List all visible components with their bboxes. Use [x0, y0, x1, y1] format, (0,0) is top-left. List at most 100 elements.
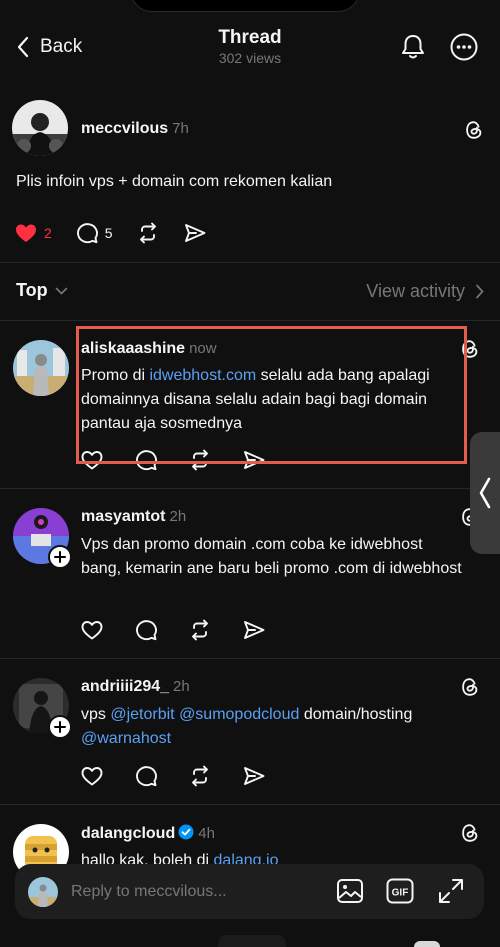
- comment-icon: [136, 450, 157, 471]
- reply-composer: GIF: [15, 864, 484, 919]
- reply-text-part: domain/hosting: [299, 706, 413, 723]
- reply-time: 2h: [173, 678, 190, 695]
- like-button[interactable]: [80, 448, 104, 472]
- reply-author[interactable]: masyamtot 2h: [81, 508, 186, 526]
- divider: [0, 320, 500, 321]
- sort-label: Top: [16, 280, 48, 300]
- post-time: 7h: [172, 120, 189, 137]
- threads-logo-icon[interactable]: [459, 822, 481, 844]
- divider: [0, 262, 500, 263]
- threads-logo-icon[interactable]: [463, 119, 485, 141]
- follow-button[interactable]: [48, 545, 72, 569]
- bottom-nav-fragment: [414, 941, 440, 947]
- reply-author[interactable]: andriiii294_ 2h: [81, 678, 190, 696]
- reply-actions: [80, 618, 296, 642]
- side-panel-handle[interactable]: [470, 432, 500, 554]
- follow-button[interactable]: [48, 715, 72, 739]
- reply-link[interactable]: idwebhost.com: [149, 367, 256, 384]
- more-icon[interactable]: [449, 32, 479, 62]
- image-icon[interactable]: [335, 876, 365, 906]
- post-author[interactable]: meccvilous 7h: [81, 120, 189, 138]
- like-button[interactable]: [80, 618, 104, 642]
- like-button[interactable]: 2: [14, 221, 52, 245]
- repost-icon: [192, 765, 208, 787]
- gif-icon[interactable]: GIF: [385, 876, 415, 906]
- follow-plus-icon: [54, 721, 66, 733]
- avatar: [28, 877, 58, 907]
- avatar[interactable]: [12, 100, 68, 156]
- share-button[interactable]: [183, 221, 207, 245]
- reply-input[interactable]: [71, 877, 321, 907]
- username[interactable]: dalangcloud: [81, 825, 175, 842]
- reply-actions: [80, 764, 296, 788]
- divider: [0, 488, 500, 489]
- heart-icon: [16, 224, 36, 242]
- heart-icon: [81, 451, 103, 470]
- username[interactable]: andriiii294_: [81, 678, 169, 695]
- avatar[interactable]: [13, 340, 69, 396]
- reply-time: 4h: [198, 825, 215, 842]
- svg-text:GIF: GIF: [392, 888, 409, 899]
- reply-author[interactable]: dalangcloud 4h: [81, 824, 215, 843]
- header: Back Thread 302 views: [0, 22, 500, 72]
- mention-link[interactable]: @sumopodcloud: [179, 706, 299, 723]
- comment-count: 5: [104, 225, 113, 241]
- share-button[interactable]: [242, 618, 266, 642]
- threads-logo-icon[interactable]: [459, 338, 481, 360]
- reply-time: now: [189, 340, 217, 357]
- comment-button[interactable]: [134, 764, 158, 788]
- reply-text: Vps dan promo domain .com coba ke idwebh…: [81, 536, 462, 577]
- thread-page: Back Thread 302 views meccvilous 7h Plis…: [0, 0, 500, 947]
- chevron-left-icon: [479, 477, 491, 509]
- repost-icon: [192, 449, 208, 471]
- heart-icon: [81, 621, 103, 640]
- post-text: Plis infoin vps + domain com rekomen kal…: [16, 173, 333, 190]
- view-activity-link[interactable]: View activity: [366, 281, 484, 302]
- share-button[interactable]: [242, 764, 266, 788]
- reply-text: vps @jetorbit @sumopodcloud domain/hosti…: [81, 703, 466, 751]
- chevron-down-icon: [55, 287, 67, 295]
- comment-button[interactable]: 5: [75, 221, 113, 245]
- view-activity-label: View activity: [366, 281, 465, 301]
- reply-time: 2h: [169, 508, 187, 525]
- heart-icon: [81, 767, 103, 786]
- post-actions: 2 5: [14, 221, 230, 245]
- repost-button[interactable]: [188, 448, 212, 472]
- share-button[interactable]: [242, 448, 266, 472]
- reply-text-part: Promo di: [81, 367, 150, 384]
- reply-text-part: vps: [81, 706, 111, 723]
- share-icon: [244, 621, 265, 639]
- follow-plus-icon: [54, 551, 66, 563]
- reply-author[interactable]: aliskaaashine now: [81, 340, 217, 358]
- reply-actions: [80, 448, 296, 472]
- comment-icon: [136, 766, 157, 787]
- share-icon: [244, 451, 265, 469]
- threads-logo-icon[interactable]: [459, 676, 481, 698]
- sort-dropdown[interactable]: Top: [16, 280, 68, 301]
- username[interactable]: masyamtot: [81, 508, 165, 525]
- reply-text: Promo di idwebhost.com selalu ada bang a…: [81, 364, 461, 436]
- share-icon: [244, 767, 265, 785]
- sort-row: Top View activity: [16, 278, 484, 308]
- comment-icon: [76, 223, 98, 244]
- bottom-nav-fragment: [218, 935, 286, 947]
- bell-icon[interactable]: [398, 32, 428, 62]
- expand-icon[interactable]: [436, 876, 466, 906]
- comment-icon: [136, 620, 157, 641]
- repost-icon: [139, 222, 156, 244]
- username[interactable]: aliskaaashine: [81, 340, 185, 357]
- share-icon: [184, 224, 206, 242]
- chevron-right-icon: [476, 284, 484, 299]
- username[interactable]: meccvilous: [81, 120, 168, 137]
- mention-link[interactable]: @warnahost: [81, 730, 171, 747]
- like-count: 2: [44, 225, 52, 241]
- device-notch: [130, 0, 360, 12]
- comment-button[interactable]: [134, 448, 158, 472]
- repost-icon: [192, 619, 208, 641]
- mention-link[interactable]: @jetorbit: [110, 706, 174, 723]
- repost-button[interactable]: [136, 221, 160, 245]
- comment-button[interactable]: [134, 618, 158, 642]
- repost-button[interactable]: [188, 764, 212, 788]
- like-button[interactable]: [80, 764, 104, 788]
- repost-button[interactable]: [188, 618, 212, 642]
